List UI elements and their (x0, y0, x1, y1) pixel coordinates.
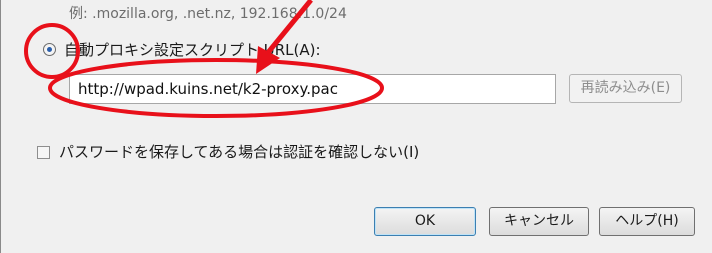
pac-url-input[interactable]: http://wpad.kuins.net/k2-proxy.pac (69, 74, 556, 104)
help-button[interactable]: ヘルプ(H) (599, 207, 695, 236)
cancel-button[interactable]: キャンセル (489, 207, 589, 236)
radio-selected-dot (47, 47, 52, 52)
proxy-settings-dialog: 例: .mozilla.org, .net.nz, 192.168.1.0/24… (0, 0, 712, 253)
auto-pac-radio[interactable] (43, 43, 56, 56)
reload-button[interactable]: 再読み込み(E) (569, 74, 682, 103)
no-auth-prompt-label[interactable]: パスワードを保存してある場合は認証を確認しない(I) (59, 141, 419, 162)
no-proxy-example-hint: 例: .mozilla.org, .net.nz, 192.168.1.0/24 (69, 6, 347, 22)
auto-pac-label[interactable]: 自動プロキシ設定スクリプト URL(A): (64, 39, 321, 60)
ok-button[interactable]: OK (374, 207, 476, 236)
no-auth-prompt-checkbox[interactable] (37, 146, 50, 159)
